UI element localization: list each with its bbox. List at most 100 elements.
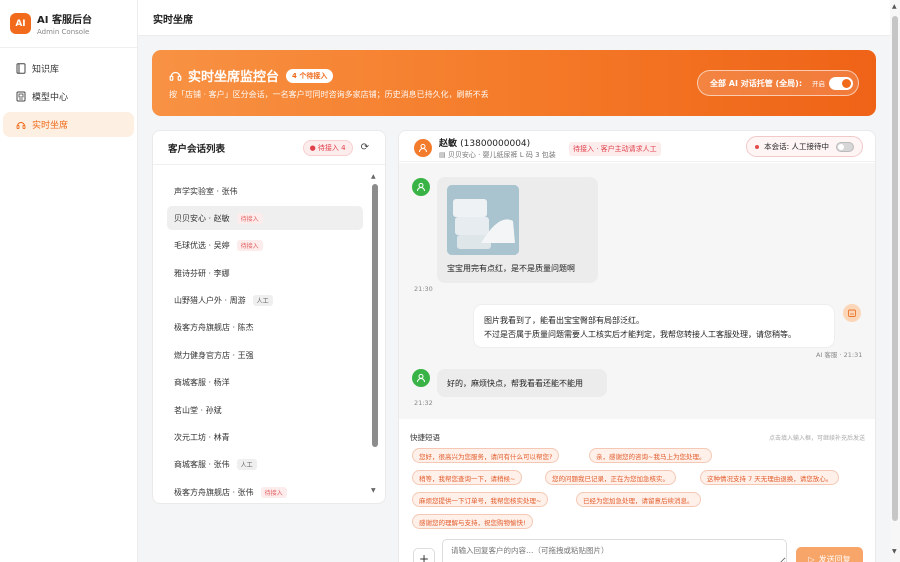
list-scrollbar[interactable]: ▲ ▼ — [371, 173, 378, 495]
global-ai-hosting-toggle[interactable]: 全部 AI 对话托管 (全局): 开启 — [697, 70, 859, 96]
list-item[interactable]: 雅诗芬研 · 李娜 — [167, 261, 363, 285]
list-scrollbar-thumb[interactable] — [372, 184, 378, 447]
chat-panel: 赵敏 (13800000004) ▤ 贝贝安心 · 婴儿纸尿裤 L 码 3 包装… — [398, 130, 876, 562]
brand-logo: AI — [10, 13, 31, 34]
robot-icon — [848, 309, 856, 317]
nav-item-knowledge[interactable]: 知识库 — [3, 56, 134, 81]
brand: AI AI 客服后台 Admin Console — [0, 0, 137, 48]
list-item[interactable]: 声学实验室 · 张伟 — [167, 179, 363, 203]
nav-menu: 知识库 模型中心 实时坐席 — [0, 48, 137, 146]
conversation-list-title: 客户会话列表 — [168, 143, 226, 155]
scroll-up-arrow[interactable]: ▲ — [892, 3, 897, 10]
user-icon — [417, 373, 425, 383]
sidebar: AI AI 客服后台 Admin Console 知识库 模型中心 实时坐席 — [0, 0, 138, 562]
conversation-list-panel: 客户会话列表 ● 待接入 4 ⟳ 声学实验室 · 张伟 贝贝安心 · 赵敏 待接入… — [152, 130, 386, 504]
ai-message-bubble: 图片我看到了，能看出宝宝臀部有局部泛红。 不过是否属于质量问题需要人工核实后才能… — [474, 305, 834, 347]
message-time: 21:30 — [414, 285, 433, 293]
monitor-banner: 实时坐席监控台 4 个待接入 按「店铺 · 客户」区分会话，一名客户可同时咨询多… — [152, 50, 876, 116]
manual-tag: 人工 — [252, 295, 273, 307]
list-item[interactable]: 燃力健身官方店 · 王强 — [167, 343, 363, 367]
list-item[interactable]: 商城客服 · 张伟 人工 — [167, 453, 363, 477]
customer-avatar — [412, 369, 430, 387]
list-item[interactable]: 极客方舟旗舰店 · 张伟 待接入 — [167, 480, 363, 503]
brand-subtitle: Admin Console — [37, 28, 90, 36]
book-icon — [16, 63, 26, 74]
list-item[interactable]: 极客方舟旗舰店 · 陈杰 — [167, 316, 363, 340]
banner-description: 按「店铺 · 客户」区分会话，一名客户可同时咨询多家店铺；历史消息已持久化，刷新… — [169, 90, 489, 99]
list-item[interactable]: 茗山堂 · 孙斌 — [167, 398, 363, 422]
pending-tag: 待接入 — [260, 486, 287, 498]
quick-reply-chip[interactable]: 已经为您加急处理，请留意后续消息。 — [576, 492, 701, 507]
user-icon — [419, 143, 427, 153]
nav-item-label: 模型中心 — [32, 93, 69, 103]
manual-tag: 人工 — [236, 459, 257, 471]
customer-message-bubble: 好的，麻烦快点，帮我看看还能不能用 — [437, 369, 607, 397]
list-scroll-up[interactable]: ▲ — [371, 173, 376, 180]
quick-replies-title: 快捷短语 — [410, 433, 440, 442]
refresh-icon[interactable]: ⟳ — [361, 142, 369, 153]
pending-badge: ● 待接入 4 — [302, 139, 353, 156]
nav-item-realtime-seat[interactable]: 实时坐席 — [3, 112, 134, 137]
composer: + ▷ 发送回复 — [399, 535, 875, 562]
quick-reply-chip[interactable]: 感谢您的理解与支持，祝您购物愉快! — [412, 514, 533, 529]
pending-tag: 待接入 — [236, 240, 263, 252]
pending-tag: 待接入 — [236, 212, 263, 224]
page-title: 实时坐席 — [153, 15, 193, 26]
customer-name: 赵敏 (13800000004) — [439, 139, 531, 149]
quick-reply-chip[interactable]: 您的问题我已记录，正在为您加急核实。 — [545, 470, 676, 485]
page-scrollbar-thumb[interactable] — [892, 16, 898, 521]
nav-item-label: 实时坐席 — [32, 121, 69, 131]
list-item[interactable]: 贝贝安心 · 赵敏 待接入 — [167, 206, 363, 231]
customer-subinfo: ▤ 贝贝安心 · 婴儿纸尿裤 L 码 3 包装 — [439, 151, 556, 159]
nav-item-label: 知识库 — [32, 65, 60, 75]
message-text: 图片我看到了，能看出宝宝臀部有局部泛红。 — [484, 316, 644, 325]
quick-reply-chip[interactable]: 您好，很高兴为您服务，请问有什么可以帮您? — [412, 448, 560, 463]
ai-avatar — [843, 304, 861, 322]
list-item[interactable]: 山野猎人户外 · 周游 人工 — [167, 289, 363, 313]
send-icon: ▷ — [808, 554, 815, 562]
quick-reply-chip[interactable]: 稍等，我帮您查询一下，请稍候~ — [412, 470, 523, 485]
nav-item-model-center[interactable]: 模型中心 — [3, 84, 134, 109]
diaper-image[interactable] — [447, 185, 519, 255]
conversation-list: 声学实验室 · 张伟 贝贝安心 · 赵敏 待接入 毛球优选 · 吴婷 待接入 雅诗芬… — [167, 179, 363, 503]
session-control-label: 本会话: 人工接待中 — [764, 142, 829, 151]
send-label: 发送回复 — [818, 554, 851, 562]
list-scroll-down[interactable]: ▼ — [371, 487, 376, 494]
chat-messages: 宝宝用完有点红，是不是质量问题啊 21:30 图片我看到了，能看出宝宝臀部有局部… — [399, 163, 875, 419]
headset-icon — [16, 121, 26, 129]
list-item[interactable]: 商城客服 · 杨洋 — [167, 371, 363, 395]
send-button[interactable]: ▷ 发送回复 — [796, 547, 863, 562]
brand-title: AI 客服后台 — [37, 15, 92, 26]
banner-title: 实时坐席监控台 — [188, 70, 280, 85]
customer-avatar — [412, 178, 430, 196]
model-icon — [16, 91, 26, 102]
message-text: 宝宝用完有点红，是不是质量问题啊 — [447, 264, 575, 273]
message-text: 不过是否属于质量问题需要人工核实后才能判定，我帮您转接人工客服处理，请您稍等。 — [484, 330, 796, 339]
status-badge: 待接入 · 客户主动请求人工 — [569, 142, 661, 156]
product-photo — [447, 185, 519, 255]
chat-header: 赵敏 (13800000004) ▤ 贝贝安心 · 婴儿纸尿裤 L 码 3 包装… — [399, 131, 875, 162]
quick-replies-hint: 点击填入输入框，可继续补充后发送 — [768, 435, 865, 442]
list-item[interactable]: 次元工坊 · 林青 — [167, 426, 363, 450]
customer-message-bubble: 宝宝用完有点红，是不是质量问题啊 — [437, 177, 598, 283]
scroll-down-arrow[interactable]: ▼ — [892, 548, 897, 555]
message-time: 21:32 — [414, 399, 433, 407]
status-dot — [755, 144, 760, 149]
reply-input[interactable] — [442, 539, 787, 562]
toggle-switch-off[interactable] — [836, 141, 854, 152]
headset-icon — [169, 71, 182, 81]
quick-reply-chip[interactable]: 这种情况支持 7 天无理由退换，请您放心。 — [700, 470, 840, 485]
toggle-state: 开启 — [812, 80, 825, 88]
attach-button[interactable]: + — [413, 548, 435, 562]
quick-reply-chip[interactable]: 麻烦您提供一下订单号，我帮您核实处理~ — [412, 492, 549, 507]
quick-replies: 快捷短语 点击填入输入框，可继续补充后发送 您好，很高兴为您服务，请问有什么可以… — [399, 421, 875, 531]
page-scrollbar[interactable]: ▲ ▼ — [890, 0, 900, 562]
list-item[interactable]: 毛球优选 · 吴婷 待接入 — [167, 234, 363, 258]
top-bar: 实时坐席 — [138, 0, 900, 36]
pending-count-pill: 4 个待接入 — [286, 68, 334, 83]
toggle-switch-on[interactable] — [829, 76, 853, 90]
customer-avatar — [414, 139, 432, 157]
session-manual-toggle[interactable]: 本会话: 人工接待中 — [746, 136, 863, 157]
message-text: 好的，麻烦快点，帮我看看还能不能用 — [447, 379, 583, 388]
quick-reply-chip[interactable]: 亲，感谢您的咨询~我马上为您处理。 — [589, 448, 713, 463]
